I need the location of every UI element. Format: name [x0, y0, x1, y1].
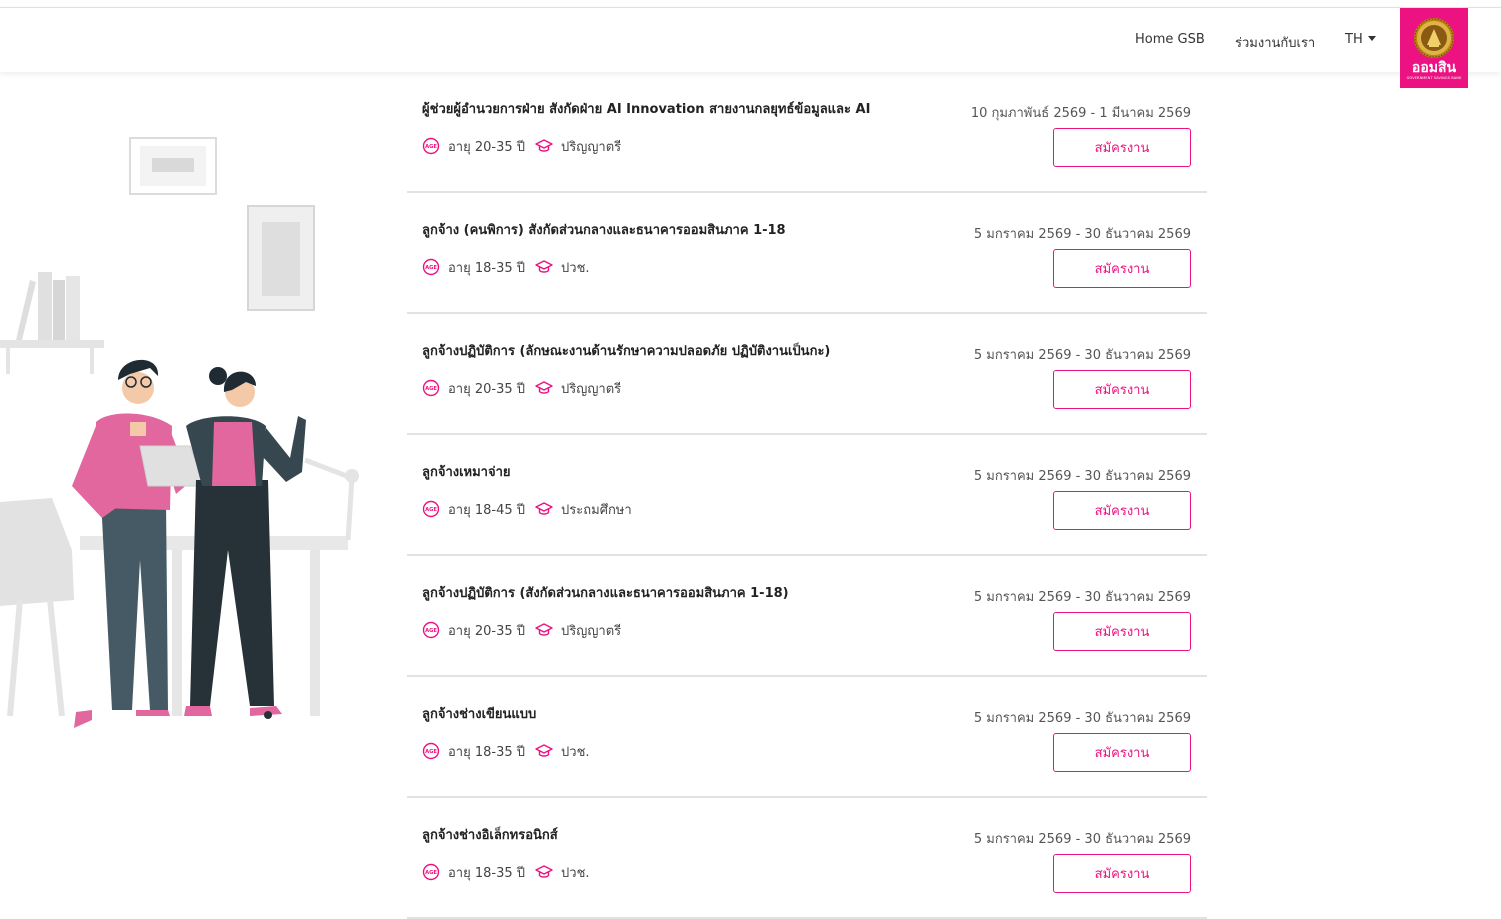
graduation-cap-icon [535, 137, 553, 155]
graduation-cap-icon [535, 742, 553, 760]
job-date-range: 5 มกราคม 2569 - 30 ธันวาคม 2569 [973, 227, 1191, 242]
job-date-range: 5 มกราคม 2569 - 30 ธันวาคม 2569 [973, 711, 1191, 726]
language-dropdown[interactable]: TH [1345, 32, 1376, 47]
svg-text:AGE: AGE [425, 265, 437, 271]
age-icon: AGE [422, 137, 440, 155]
svg-text:AGE: AGE [425, 144, 437, 150]
job-meta: AGE อายุ 18-35 ปี ปวช. [422, 862, 600, 882]
language-label: TH [1345, 32, 1363, 47]
job-title[interactable]: ลูกจ้าง (คนพิการ) สังกัดส่วนกลางและธนาคา… [422, 219, 786, 240]
job-education: ปริญญาตรี [561, 623, 622, 639]
job-title[interactable]: ลูกจ้างช่างอิเล็กทรอนิกส์ [422, 824, 558, 845]
graduation-cap-icon [535, 621, 553, 639]
logo-subtext: GOVERNMENT SAVINGS BANK [1406, 76, 1462, 80]
graduation-cap-icon [535, 258, 553, 276]
job-item: ลูกจ้าง (คนพิการ) สังกัดส่วนกลางและธนาคา… [407, 193, 1207, 314]
job-item: ลูกจ้างช่างเขียนแบบ AGE อายุ 18-35 ปี ปวช. 5… [407, 677, 1207, 798]
job-date-range: 5 มกราคม 2569 - 30 ธันวาคม 2569 [973, 590, 1191, 605]
job-item: ผู้ช่วยผู้อำนวยการฝ่าย สังกัดฝ่าย AI Inn… [407, 72, 1207, 193]
age-icon: AGE [422, 863, 440, 881]
apply-button[interactable]: สมัครงาน [1053, 249, 1191, 288]
svg-text:AGE: AGE [425, 386, 437, 392]
age-icon: AGE [422, 621, 440, 639]
job-meta: AGE อายุ 18-45 ปี ประถมศึกษา [422, 499, 642, 519]
age-icon: AGE [422, 742, 440, 760]
apply-button[interactable]: สมัครงาน [1053, 491, 1191, 530]
job-age: อายุ 18-35 ปี [448, 744, 526, 760]
job-education: ปวช. [561, 744, 590, 760]
age-icon: AGE [422, 500, 440, 518]
job-meta: AGE อายุ 18-35 ปี ปวช. [422, 257, 600, 277]
svg-text:AGE: AGE [425, 749, 437, 755]
job-title[interactable]: ลูกจ้างปฏิบัติการ (ลักษณะงานด้านรักษาควา… [422, 340, 830, 361]
apply-button[interactable]: สมัครงาน [1053, 612, 1191, 651]
logo-wordmark: ออมสิน [1411, 60, 1457, 76]
gsb-logo[interactable]: ออมสิน GOVERNMENT SAVINGS BANK [1400, 8, 1468, 88]
job-meta: AGE อายุ 20-35 ปี ปริญญาตรี [422, 378, 631, 398]
office-illustration [0, 137, 359, 728]
job-education: ปริญญาตรี [561, 381, 622, 397]
job-age: อายุ 18-35 ปี [448, 865, 526, 881]
graduation-cap-icon [535, 863, 553, 881]
job-age: อายุ 20-35 ปี [448, 623, 526, 639]
job-list: ผู้ช่วยผู้อำนวยการฝ่าย สังกัดฝ่าย AI Inn… [407, 72, 1207, 919]
top-strip [0, 0, 1501, 8]
age-icon: AGE [422, 379, 440, 397]
job-title[interactable]: ผู้ช่วยผู้อำนวยการฝ่าย สังกัดฝ่าย AI Inn… [422, 98, 870, 119]
top-navbar: Home GSB ร่วมงานกับเรา TH [0, 8, 1501, 72]
job-meta: AGE อายุ 20-35 ปี ปริญญาตรี [422, 136, 631, 156]
caret-down-icon [1367, 36, 1376, 41]
job-age: อายุ 18-35 ปี [448, 260, 526, 276]
job-title[interactable]: ลูกจ้างช่างเขียนแบบ [422, 703, 536, 724]
job-title[interactable]: ลูกจ้างปฏิบัติการ (สังกัดส่วนกลางและธนาค… [422, 582, 789, 603]
job-date-range: 5 มกราคม 2569 - 30 ธันวาคม 2569 [973, 469, 1191, 484]
svg-text:AGE: AGE [425, 628, 437, 634]
svg-text:AGE: AGE [425, 870, 437, 876]
apply-button[interactable]: สมัครงาน [1053, 128, 1191, 167]
job-title[interactable]: ลูกจ้างเหมาจ่าย [422, 461, 511, 482]
svg-text:AGE: AGE [425, 507, 437, 513]
age-icon: AGE [422, 258, 440, 276]
job-item: ลูกจ้างปฏิบัติการ (สังกัดส่วนกลางและธนาค… [407, 556, 1207, 677]
job-age: อายุ 20-35 ปี [448, 139, 526, 155]
graduation-cap-icon [535, 379, 553, 397]
job-education: ปวช. [561, 260, 590, 276]
graduation-cap-icon [535, 500, 553, 518]
job-education: ปวช. [561, 865, 590, 881]
job-meta: AGE อายุ 20-35 ปี ปริญญาตรี [422, 620, 631, 640]
apply-button[interactable]: สมัครงาน [1053, 854, 1191, 893]
nav-home-link[interactable]: Home GSB [1135, 32, 1205, 47]
job-education: ประถมศึกษา [561, 502, 632, 518]
job-item: ลูกจ้างเหมาจ่าย AGE อายุ 18-45 ปี ประถมศึกษ… [407, 435, 1207, 556]
job-education: ปริญญาตรี [561, 139, 622, 155]
apply-button[interactable]: สมัครงาน [1053, 370, 1191, 409]
job-item: ลูกจ้างปฏิบัติการ (ลักษณะงานด้านรักษาควา… [407, 314, 1207, 435]
job-meta: AGE อายุ 18-35 ปี ปวช. [422, 741, 600, 761]
job-date-range: 5 มกราคม 2569 - 30 ธันวาคม 2569 [973, 348, 1191, 363]
nav-join-us-link[interactable]: ร่วมงานกับเรา [1235, 32, 1315, 53]
job-date-range: 10 กุมภาพันธ์ 2569 - 1 มีนาคม 2569 [970, 106, 1191, 121]
job-item: ลูกจ้างช่างอิเล็กทรอนิกส์ AGE อายุ 18-35 ป… [407, 798, 1207, 919]
job-age: อายุ 20-35 ปี [448, 381, 526, 397]
job-date-range: 5 มกราคม 2569 - 30 ธันวาคม 2569 [973, 832, 1191, 847]
bank-seal-icon [1414, 18, 1454, 58]
job-age: อายุ 18-45 ปี [448, 502, 526, 518]
apply-button[interactable]: สมัครงาน [1053, 733, 1191, 772]
